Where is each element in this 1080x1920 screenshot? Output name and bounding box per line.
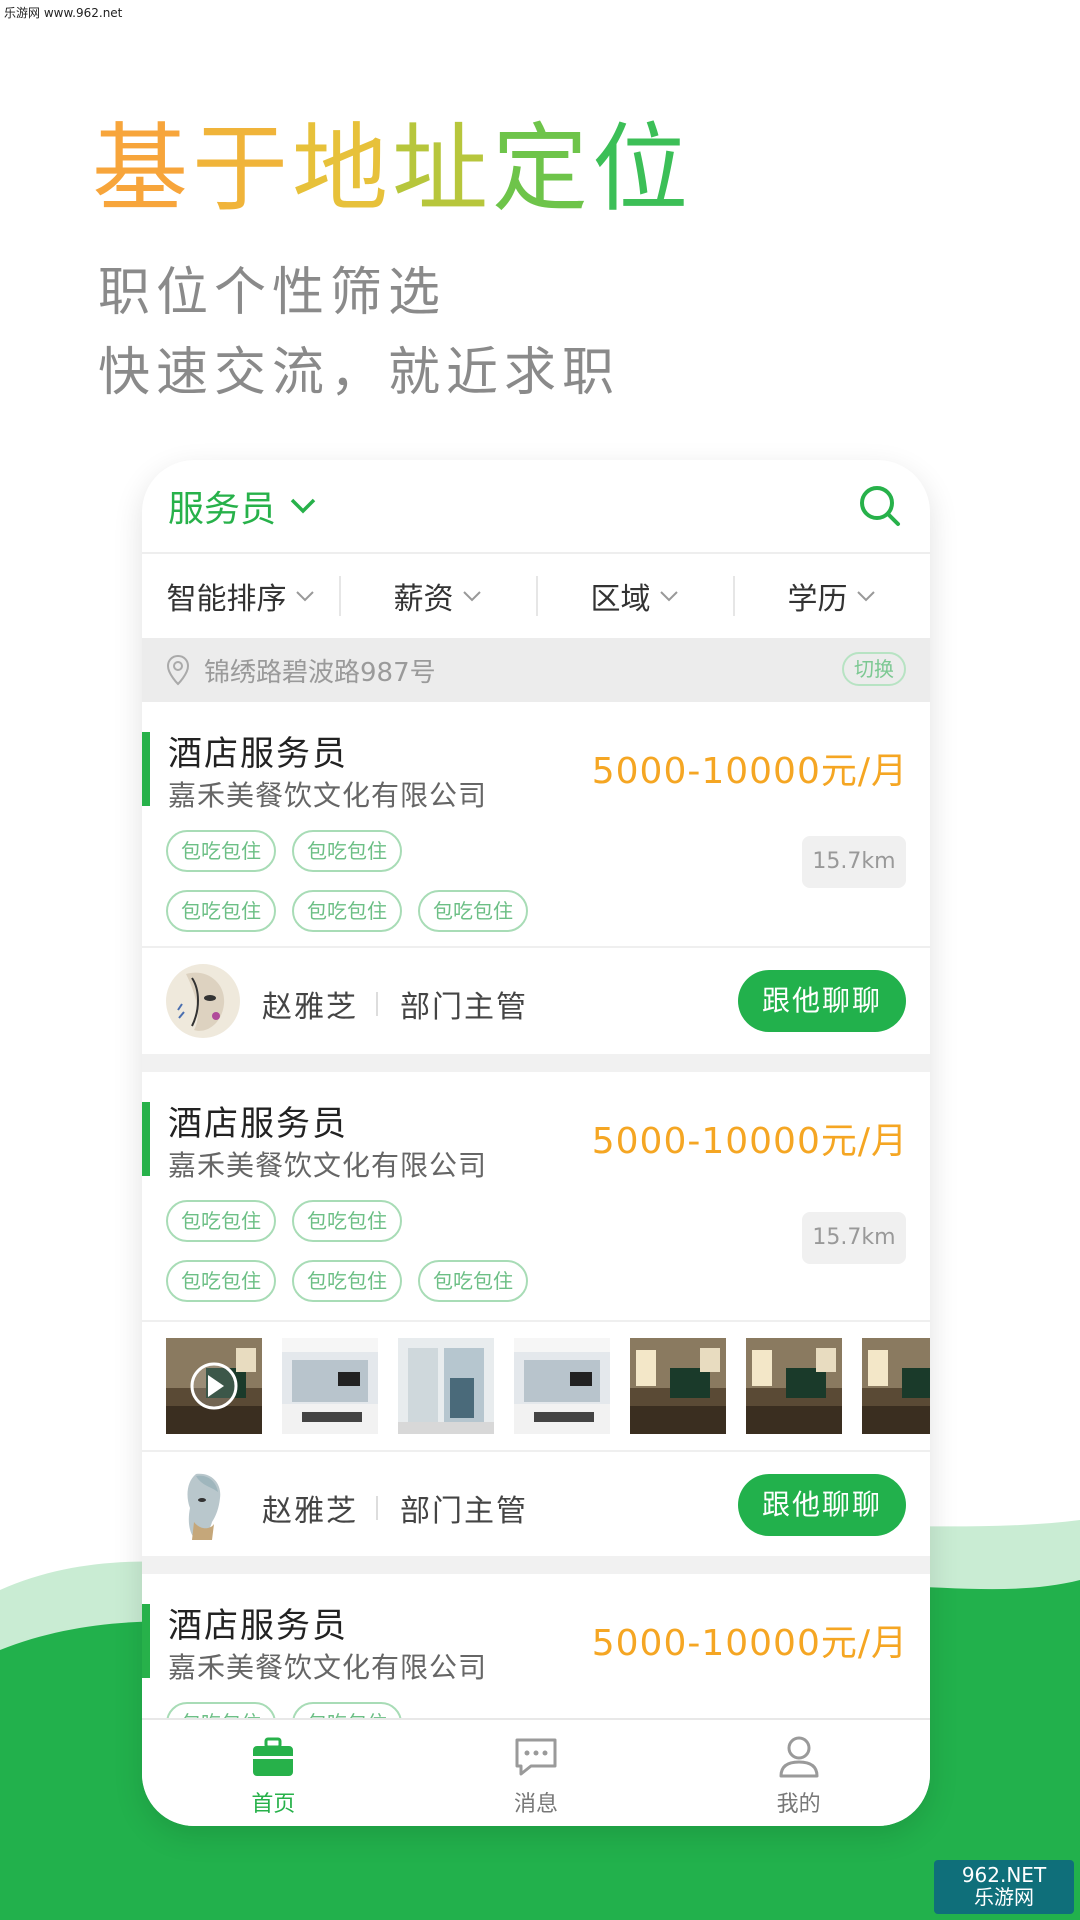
- search-icon[interactable]: [856, 482, 904, 530]
- avatar: [166, 964, 240, 1038]
- chat-button[interactable]: 跟他聊聊: [738, 970, 906, 1032]
- contact-role: 部门主管: [400, 1494, 528, 1529]
- job-label: 服务员: [168, 489, 277, 530]
- divider: [142, 1320, 930, 1322]
- tab-home[interactable]: 首页: [142, 1720, 405, 1826]
- hero-title-char: 位: [592, 113, 692, 225]
- job-card[interactable]: 酒店服务员 嘉禾美餐饮文化有限公司 5000-10000元/月 包吃包住 包吃包住…: [142, 1072, 930, 1556]
- benefit-tag: 包吃包住: [166, 1200, 276, 1242]
- separator: [376, 1496, 378, 1520]
- benefit-tag: 包吃包住: [418, 890, 528, 932]
- benefit-tag: 包吃包住: [292, 830, 402, 872]
- video-thumbnail[interactable]: [166, 1338, 262, 1434]
- switch-location-button[interactable]: 切换: [842, 652, 906, 686]
- distance-badge: 15.7km: [802, 836, 906, 888]
- photo-thumbnail[interactable]: [630, 1338, 726, 1434]
- chat-bubble-icon: [515, 1738, 557, 1776]
- photo-thumbnail[interactable]: [746, 1338, 842, 1434]
- salary-text: 5000-10000元/月: [591, 1623, 908, 1664]
- card-accent-bar: [142, 1102, 150, 1176]
- filter-bar: 智能排序 薪资 区域 学历: [142, 554, 930, 638]
- hero-subtitle-1: 职位个性筛选: [98, 263, 447, 323]
- watermark-text: 乐游网 www.962.net: [4, 6, 123, 20]
- tab-label: 首页: [251, 1792, 296, 1817]
- salary-text: 5000-10000元/月: [591, 751, 908, 792]
- filter-label: 学历: [787, 582, 848, 617]
- user-icon: [779, 1736, 819, 1778]
- benefit-tags: 包吃包住 包吃包住 包吃包住 包吃包住 包吃包住: [166, 830, 586, 950]
- benefit-tag: 包吃包住: [418, 1260, 528, 1302]
- hero-subtitle-2: 快速交流，就近求职: [98, 343, 621, 403]
- contact-name: 赵雅芝: [262, 990, 358, 1025]
- photo-thumbnail[interactable]: [398, 1338, 494, 1434]
- location-bar: 锦绣路碧波路987号 切换: [142, 638, 930, 702]
- job-selector[interactable]: 服务员: [168, 480, 316, 532]
- hero-title-char: 地: [292, 113, 392, 225]
- photo-thumbnail[interactable]: [282, 1338, 378, 1434]
- chevron-down-icon: [295, 591, 314, 602]
- location-pin-icon: [166, 654, 190, 686]
- company-name: 嘉禾美餐饮文化有限公司: [168, 1149, 488, 1182]
- chat-button[interactable]: 跟他聊聊: [738, 1474, 906, 1536]
- tab-label: 消息: [514, 1792, 559, 1817]
- site-logo-badge: 962.NET 乐游网: [934, 1860, 1074, 1914]
- benefit-tag: 包吃包住: [292, 1260, 402, 1302]
- location-address: 锦绣路碧波路987号: [204, 658, 436, 688]
- benefit-tag: 包吃包住: [166, 830, 276, 872]
- chevron-down-icon: [856, 591, 875, 602]
- filter-sort[interactable]: 智能排序: [142, 554, 339, 638]
- job-title: 酒店服务员: [168, 1104, 348, 1144]
- chevron-down-icon: [462, 591, 481, 602]
- hero-title-char: 定: [492, 113, 592, 225]
- contact-name: 赵雅芝: [262, 1494, 358, 1529]
- badge-line1: 962.NET: [961, 1863, 1047, 1887]
- contact-role: 部门主管: [400, 990, 528, 1025]
- separator: [376, 992, 378, 1016]
- job-title: 酒店服务员: [168, 1606, 348, 1646]
- benefit-tags: 包吃包住 包吃包住 包吃包住 包吃包住 包吃包住: [166, 1200, 586, 1320]
- chevron-down-icon: [290, 498, 316, 514]
- photo-thumbnail[interactable]: [514, 1338, 610, 1434]
- card-accent-bar: [142, 732, 150, 806]
- tab-profile[interactable]: 我的: [667, 1720, 930, 1826]
- benefit-tag: 包吃包住: [292, 1200, 402, 1242]
- job-card[interactable]: 酒店服务员 嘉禾美餐饮文化有限公司 5000-10000元/月 包吃包住 包吃包住…: [142, 702, 930, 1054]
- distance-badge: 15.7km: [802, 1212, 906, 1264]
- company-name: 嘉禾美餐饮文化有限公司: [168, 1651, 488, 1684]
- salary-text: 5000-10000元/月: [591, 1121, 908, 1162]
- hero-title: 基于地址定位: [92, 112, 692, 227]
- avatar: [166, 1468, 240, 1542]
- filter-label: 薪资: [393, 582, 454, 617]
- filter-label: 智能排序: [166, 582, 287, 617]
- contact-row: 赵雅芝 部门主管 跟他聊聊: [142, 948, 930, 1054]
- hero-title-char: 基: [92, 113, 192, 225]
- briefcase-icon: [253, 1737, 294, 1776]
- filter-education[interactable]: 学历: [733, 554, 930, 638]
- filter-area[interactable]: 区域: [536, 554, 733, 638]
- photo-strip: [166, 1338, 930, 1434]
- app-header: 服务员: [142, 460, 930, 554]
- company-name: 嘉禾美餐饮文化有限公司: [168, 779, 488, 812]
- phone-mockup: 服务员 智能排序 薪资 区域 学历 锦绣路碧波路987号 切换 酒店服务员 嘉禾…: [142, 460, 930, 1826]
- benefit-tag: 包吃包住: [292, 890, 402, 932]
- photo-thumbnail[interactable]: [862, 1338, 930, 1434]
- benefit-tag: 包吃包住: [166, 1260, 276, 1302]
- filter-salary[interactable]: 薪资: [339, 554, 536, 638]
- tab-messages[interactable]: 消息: [405, 1720, 668, 1826]
- hero-title-char: 于: [192, 113, 292, 225]
- badge-line2: 乐游网: [974, 1885, 1034, 1909]
- bottom-tab-bar: 首页 消息 我的: [142, 1718, 930, 1826]
- benefit-tag: 包吃包住: [166, 890, 276, 932]
- contact-row: 赵雅芝 部门主管 跟他聊聊: [142, 1452, 930, 1558]
- chevron-down-icon: [659, 591, 678, 602]
- tab-label: 我的: [776, 1792, 821, 1817]
- hero-title-char: 址: [392, 113, 492, 225]
- card-accent-bar: [142, 1604, 150, 1678]
- filter-label: 区域: [590, 582, 651, 617]
- job-title: 酒店服务员: [168, 734, 348, 774]
